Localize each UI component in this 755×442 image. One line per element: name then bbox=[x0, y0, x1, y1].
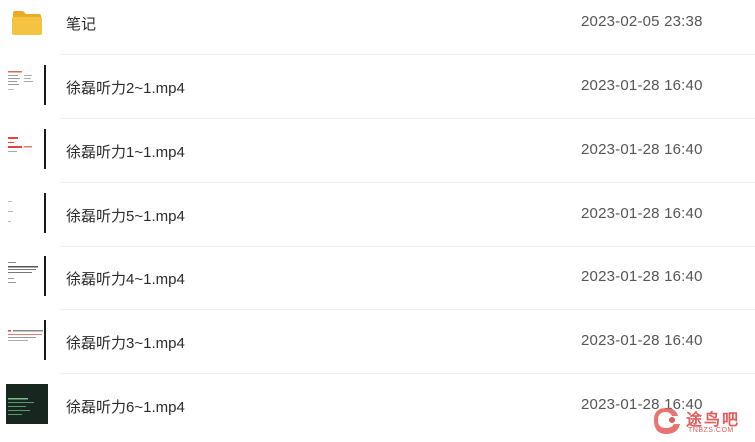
file-name: 徐磊听力4~1.mp4 bbox=[66, 271, 185, 288]
video-thumbnail bbox=[6, 384, 48, 424]
list-item[interactable]: 徐磊听力6~1.mp4 2023-01-28 16:40 bbox=[0, 374, 755, 438]
file-name: 徐磊听力5~1.mp4 bbox=[66, 208, 185, 225]
file-date: 2023-02-05 23:38 bbox=[581, 13, 703, 30]
file-name: 徐磊听力1~1.mp4 bbox=[66, 144, 185, 161]
video-thumbnail bbox=[6, 193, 48, 233]
watermark: 途鸟吧 TNBZS.COM bbox=[648, 400, 753, 440]
bird-logo-icon bbox=[654, 408, 680, 434]
list-item[interactable]: 笔记 2023-02-05 23:38 bbox=[0, 0, 755, 55]
list-item[interactable]: 徐磊听力4~1.mp4 2023-01-28 16:40 bbox=[0, 246, 755, 310]
file-name: 徐磊听力6~1.mp4 bbox=[66, 399, 185, 416]
video-thumbnail bbox=[6, 129, 48, 169]
video-thumbnail bbox=[6, 320, 48, 360]
video-thumbnail bbox=[6, 65, 48, 105]
file-date: 2023-01-28 16:40 bbox=[581, 332, 703, 349]
list-item[interactable]: 徐磊听力5~1.mp4 2023-01-28 16:40 bbox=[0, 183, 755, 247]
file-name: 徐磊听力2~1.mp4 bbox=[66, 80, 185, 97]
video-thumbnail bbox=[6, 256, 48, 296]
file-name: 徐磊听力3~1.mp4 bbox=[66, 335, 185, 352]
file-date: 2023-01-28 16:40 bbox=[581, 141, 703, 158]
list-item[interactable]: 徐磊听力3~1.mp4 2023-01-28 16:40 bbox=[0, 310, 755, 374]
file-list: 笔记 2023-02-05 23:38 徐磊听力2~1.mp4 2023-01-… bbox=[0, 0, 755, 442]
file-name: 笔记 bbox=[66, 16, 97, 33]
file-date: 2023-01-28 16:40 bbox=[581, 205, 703, 222]
file-date: 2023-01-28 16:40 bbox=[581, 77, 703, 94]
list-item[interactable]: 徐磊听力1~1.mp4 2023-01-28 16:40 bbox=[0, 119, 755, 183]
file-date: 2023-01-28 16:40 bbox=[581, 268, 703, 285]
list-item[interactable]: 徐磊听力2~1.mp4 2023-01-28 16:40 bbox=[0, 55, 755, 119]
folder-icon bbox=[12, 11, 42, 35]
watermark-subtext: TNBZS.COM bbox=[688, 427, 734, 434]
